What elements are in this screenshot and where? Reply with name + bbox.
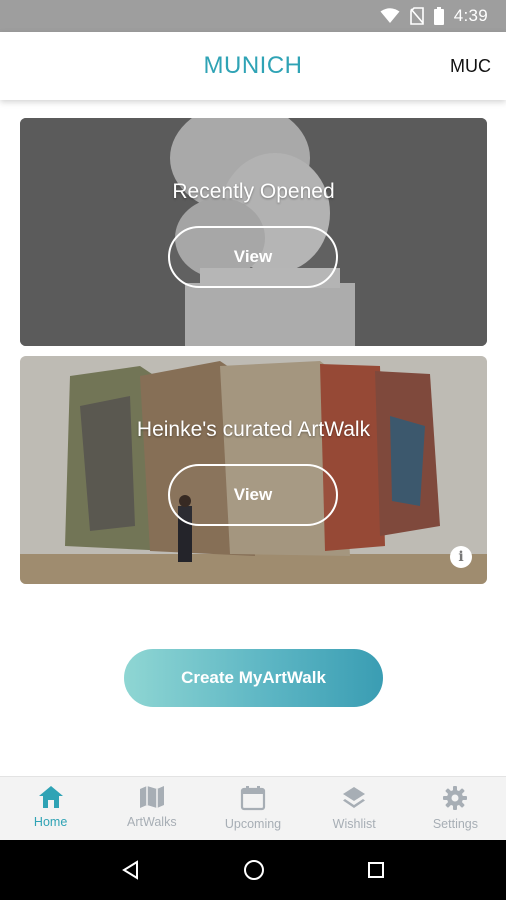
nav-item-label: Settings	[432, 817, 478, 831]
city-code-button[interactable]: MUC	[450, 32, 491, 100]
nav-item-wishlist[interactable]: Wishlist	[304, 777, 405, 840]
card-title: Heinke's curated ArtWalk	[136, 418, 371, 441]
page-title: MUNICH	[203, 52, 303, 79]
home-icon	[38, 785, 64, 809]
system-navigation-bar	[0, 840, 506, 900]
wifi-icon	[380, 8, 400, 24]
info-icon[interactable]: i	[450, 546, 472, 568]
recently-opened-card[interactable]: Recently Opened View	[20, 118, 487, 346]
no-sim-icon	[409, 7, 424, 25]
battery-icon	[433, 7, 444, 25]
nav-item-label: Upcoming	[224, 817, 282, 831]
curated-artwalk-card[interactable]: Heinke's curated ArtWalk View i	[20, 356, 487, 584]
nav-item-upcoming[interactable]: Upcoming	[202, 777, 303, 840]
map-icon	[139, 785, 165, 809]
view-button[interactable]: View	[168, 464, 338, 526]
view-button[interactable]: View	[168, 226, 338, 288]
calendar-icon	[240, 785, 266, 811]
nav-item-home[interactable]: Home	[0, 777, 101, 840]
bottom-navigation: Home ArtWalks Upcoming Wishlist Settings	[0, 776, 506, 840]
nav-item-settings[interactable]: Settings	[405, 777, 506, 840]
recents-icon[interactable]	[367, 861, 385, 879]
card-title: Recently Opened	[172, 180, 335, 203]
status-bar: 4:39	[0, 0, 506, 32]
nav-item-label: ArtWalks	[127, 815, 177, 829]
gear-icon	[442, 785, 468, 811]
layers-icon	[341, 785, 367, 811]
nav-item-artwalks[interactable]: ArtWalks	[101, 777, 202, 840]
create-myartwalk-button[interactable]: Create MyArtWalk	[124, 649, 383, 707]
back-icon[interactable]	[121, 860, 141, 880]
status-time: 4:39	[453, 6, 488, 25]
home-circle-icon[interactable]	[243, 859, 265, 881]
app-header: MUNICH MUC	[0, 32, 506, 100]
nav-item-label: Wishlist	[332, 817, 376, 831]
nav-item-label: Home	[33, 815, 68, 829]
